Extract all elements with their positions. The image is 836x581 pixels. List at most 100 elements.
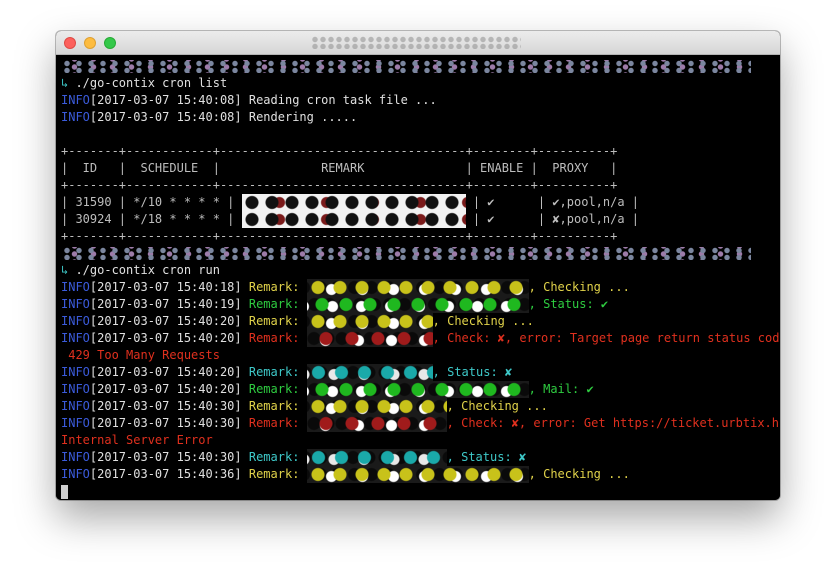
info-tag: INFO xyxy=(61,314,90,328)
remark-label: Remark: xyxy=(241,450,307,464)
path-redacted xyxy=(61,60,751,73)
error-message: , Check: ✘, error: Get https://ticket.ur… xyxy=(446,416,780,430)
table-border: +-------+------------+------------------… xyxy=(61,178,618,192)
remark-redacted xyxy=(306,330,433,347)
cursor-icon xyxy=(61,484,68,499)
remark-redacted xyxy=(306,364,433,381)
error-message: , Check: ✘, error: Target page return st… xyxy=(432,331,780,345)
remark-redacted xyxy=(306,398,447,415)
log-message: , Checking ... xyxy=(446,399,548,413)
remark-label: Remark: xyxy=(241,331,307,345)
timestamp: [2017-03-07 15:40:20] xyxy=(89,314,242,328)
info-tag: INFO xyxy=(61,331,90,345)
log-message: Rendering ..... xyxy=(241,110,358,124)
log-message: , Checking ... xyxy=(528,280,630,294)
error-continuation: 429 Too Many Requests xyxy=(61,348,220,362)
log-line: INFO[2017-03-07 15:40:19] Remark: , Stat… xyxy=(61,296,780,313)
log-line: INFO[2017-03-07 15:40:30] Remark: , Chec… xyxy=(61,398,780,415)
timestamp: [2017-03-07 15:40:19] xyxy=(89,297,242,311)
command-text: ./go-contix cron run xyxy=(68,263,220,277)
table-row: | 31590 | */10 * * * * | | ✔ | ✔,pool,n/… xyxy=(61,194,780,211)
command-line: ↳ ./go-contix cron list xyxy=(61,75,780,92)
timestamp: [2017-03-07 15:40:30] xyxy=(89,450,242,464)
info-tag: INFO xyxy=(61,450,90,464)
timestamp: [2017-03-07 15:40:08] xyxy=(89,110,242,124)
remark-redacted xyxy=(306,296,529,313)
timestamp: [2017-03-07 15:40:20] xyxy=(89,382,242,396)
window-title-redacted xyxy=(311,36,521,49)
info-tag: INFO xyxy=(61,416,90,430)
remark-redacted xyxy=(306,313,433,330)
remark-label: Remark: xyxy=(241,297,307,311)
row-suffix: | ✔ | ✔,pool,n/a | xyxy=(465,195,640,209)
remark-redacted xyxy=(306,381,529,398)
log-message: , Checking ... xyxy=(528,467,630,481)
path-line xyxy=(61,245,780,262)
log-line: INFO[2017-03-07 15:40:20] Remark: , Mail… xyxy=(61,381,780,398)
info-tag: INFO xyxy=(61,399,90,413)
timestamp: [2017-03-07 15:40:30] xyxy=(89,416,242,430)
info-tag: INFO xyxy=(61,110,90,124)
remark-label: Remark: xyxy=(241,416,307,430)
remark-redacted xyxy=(306,415,447,432)
log-line: INFO[2017-03-07 15:40:20] Remark: , Stat… xyxy=(61,364,780,381)
timestamp: [2017-03-07 15:40:18] xyxy=(89,280,242,294)
info-tag: INFO xyxy=(61,382,90,396)
terminal-window: ↳ ./go-contix cron list INFO[2017-03-07 … xyxy=(56,31,780,500)
table-header: | ID | SCHEDULE | REMARK | ENABLE | PROX… xyxy=(61,161,618,175)
log-message: , Checking ... xyxy=(432,314,534,328)
remark-label: Remark: xyxy=(241,314,307,328)
info-tag: INFO xyxy=(61,280,90,294)
info-tag: INFO xyxy=(61,365,90,379)
path-redacted xyxy=(61,247,751,260)
timestamp: [2017-03-07 15:40:08] xyxy=(89,93,242,107)
timestamp: [2017-03-07 15:40:30] xyxy=(89,399,242,413)
log-message: , Status: ✘ xyxy=(432,365,513,379)
log-message: , Status: ✘ xyxy=(446,450,527,464)
remark-label: Remark: xyxy=(241,280,307,294)
log-message: , Status: ✔ xyxy=(528,297,609,311)
remark-label: Remark: xyxy=(241,399,307,413)
remark-label: Remark: xyxy=(241,382,307,396)
log-message: , Mail: ✔ xyxy=(528,382,594,396)
table-border: +-------+------------+------------------… xyxy=(61,229,618,243)
row-suffix: | ✔ | ✘,pool,n/a | xyxy=(465,212,640,226)
log-line: INFO[2017-03-07 15:40:08] Rendering ....… xyxy=(61,109,780,126)
path-line xyxy=(61,58,780,75)
remark-redacted xyxy=(306,466,529,483)
remark-label: Remark: xyxy=(241,467,307,481)
remark-label: Remark: xyxy=(241,365,307,379)
command-text: ./go-contix cron list xyxy=(68,76,228,90)
log-line: INFO[2017-03-07 15:40:20] Remark: , Chec… xyxy=(61,313,780,330)
minimize-icon[interactable] xyxy=(84,37,96,49)
table-border: +-------+------------+------------------… xyxy=(61,144,618,158)
info-tag: INFO xyxy=(61,297,90,311)
row-prefix: | 31590 | */10 * * * * | xyxy=(61,195,242,209)
log-line: INFO[2017-03-07 15:40:30] Remark: , Chec… xyxy=(61,415,780,432)
log-line: INFO[2017-03-07 15:40:30] Remark: , Stat… xyxy=(61,449,780,466)
close-icon[interactable] xyxy=(64,37,76,49)
timestamp: [2017-03-07 15:40:20] xyxy=(89,331,242,345)
remark-redacted xyxy=(241,211,466,228)
info-tag: INFO xyxy=(61,93,90,107)
log-message: Reading cron task file ... xyxy=(241,93,437,107)
error-continuation: Internal Server Error xyxy=(61,433,213,447)
row-prefix: | 30924 | */18 * * * * | xyxy=(61,212,242,226)
log-line: INFO[2017-03-07 15:40:18] Remark: , Chec… xyxy=(61,279,780,296)
maximize-icon[interactable] xyxy=(104,37,116,49)
input-line[interactable] xyxy=(61,483,780,500)
table-row: | 30924 | */18 * * * * | | ✔ | ✘,pool,n/… xyxy=(61,211,780,228)
log-line: INFO[2017-03-07 15:40:36] Remark: , Chec… xyxy=(61,466,780,483)
log-line: INFO[2017-03-07 15:40:08] Reading cron t… xyxy=(61,92,780,109)
timestamp: [2017-03-07 15:40:36] xyxy=(89,467,242,481)
remark-redacted xyxy=(306,279,529,296)
remark-redacted xyxy=(241,194,466,211)
info-tag: INFO xyxy=(61,467,90,481)
timestamp: [2017-03-07 15:40:20] xyxy=(89,365,242,379)
command-line: ↳ ./go-contix cron run xyxy=(61,262,780,279)
title-bar xyxy=(56,31,780,55)
terminal-output[interactable]: ↳ ./go-contix cron list INFO[2017-03-07 … xyxy=(56,55,780,500)
log-line: INFO[2017-03-07 15:40:20] Remark: , Chec… xyxy=(61,330,780,347)
remark-redacted xyxy=(306,449,447,466)
